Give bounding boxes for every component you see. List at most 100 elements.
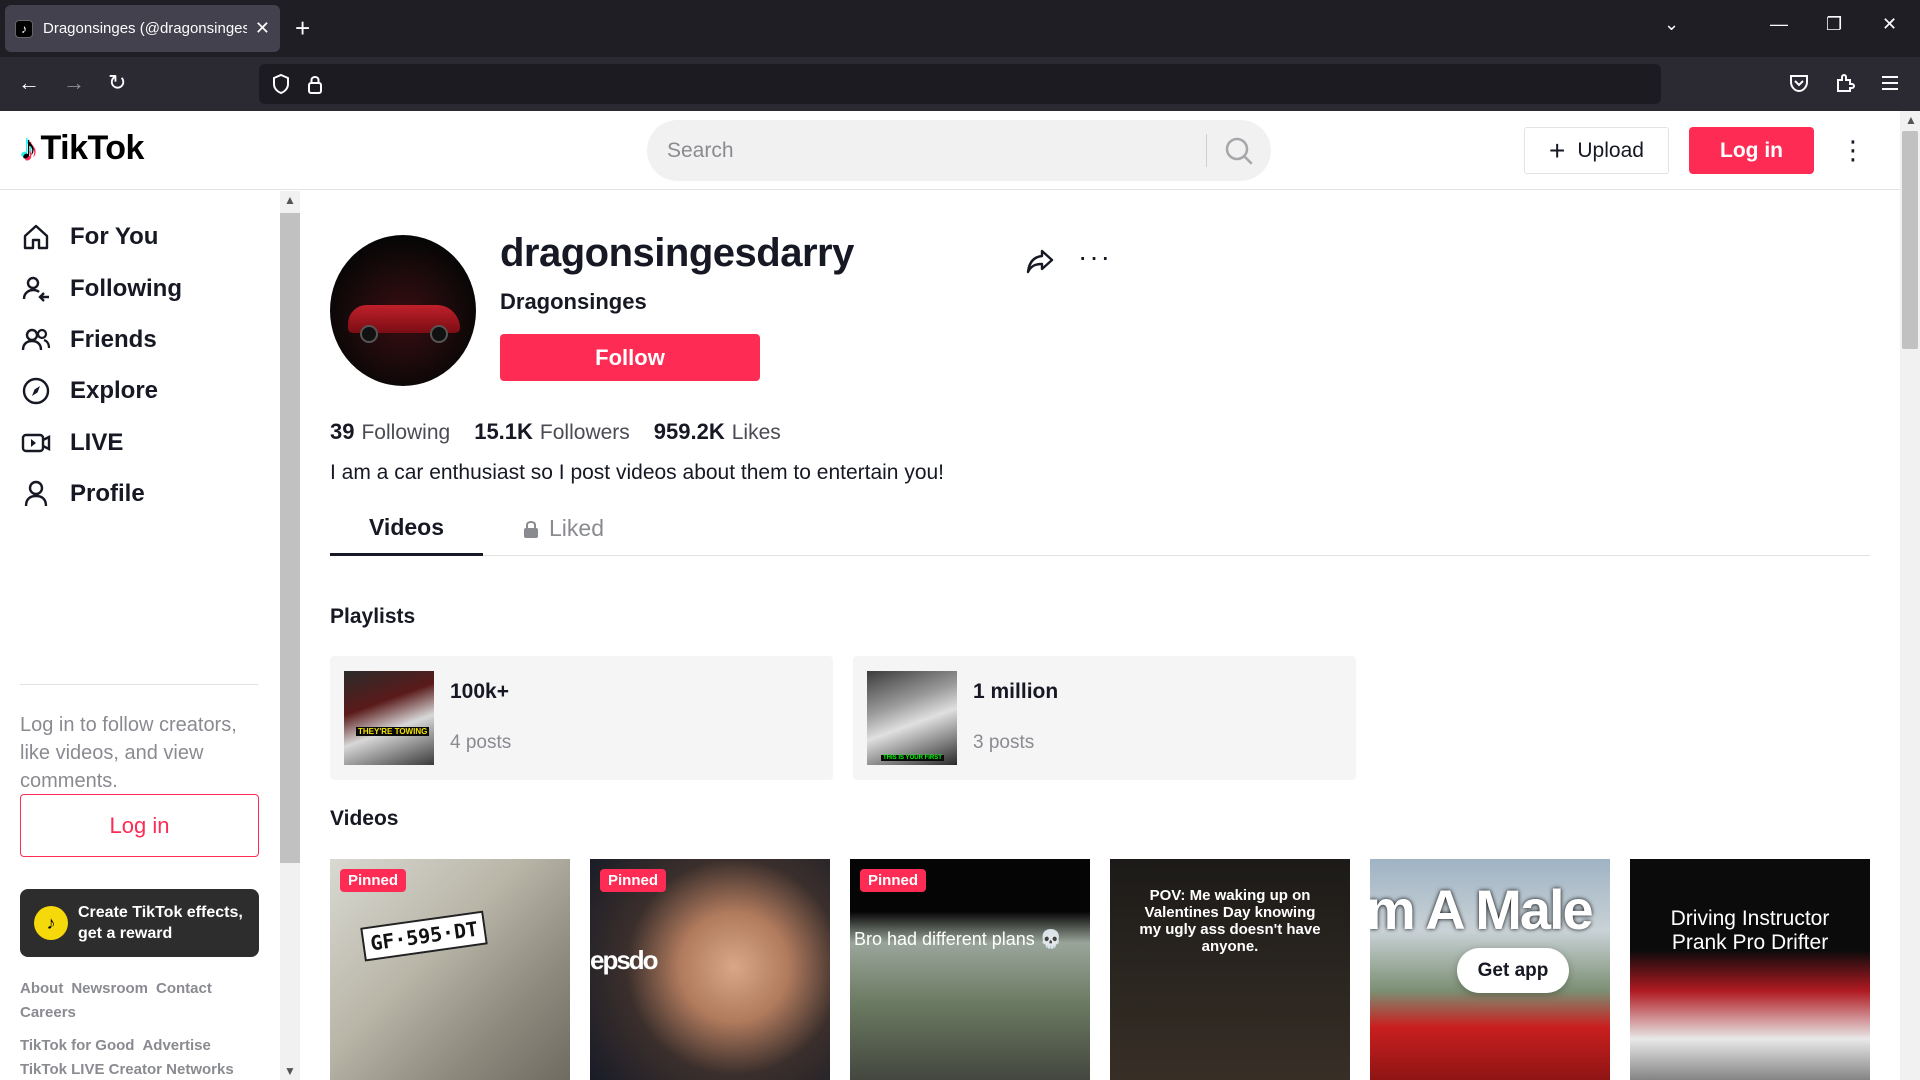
page-scrollbar[interactable]: ▲	[1900, 111, 1920, 1080]
sidebar-item-label: Profile	[70, 480, 145, 507]
tab-list-chevron-icon[interactable]: ⌄	[1664, 14, 1679, 35]
browser-nav-bar: ← → ↻	[0, 57, 1920, 111]
sidebar-item-label: Explore	[70, 377, 159, 404]
videos-title: Videos	[330, 807, 399, 830]
home-icon	[23, 224, 49, 250]
search-input[interactable]	[667, 120, 1207, 181]
more-icon[interactable]: ···	[1078, 241, 1112, 273]
header-login-button[interactable]: Log in	[1689, 127, 1814, 174]
footer-links-row: TikTok for Good Advertise	[20, 1037, 219, 1054]
video-thumbnail[interactable]: Pinned GF·595·DT	[330, 859, 570, 1080]
profile-main: dragonsingesdarry Dragonsinges Follow ··…	[300, 191, 1900, 1080]
tiktok-favicon-icon: ♪	[15, 19, 33, 38]
minimize-icon[interactable]: —	[1770, 14, 1788, 35]
search-icon[interactable]	[1220, 133, 1258, 169]
menu-icon[interactable]	[1879, 72, 1901, 94]
sidebar-item-label: Following	[70, 275, 182, 302]
sidebar-item-profile[interactable]: Profile	[20, 474, 145, 514]
sidebar-item-explore[interactable]: Explore	[20, 371, 158, 411]
playlist-thumb-caption: THEY'RE TOWING	[356, 727, 430, 736]
footer-link-advertise[interactable]: Advertise	[142, 1037, 210, 1054]
scroll-up-icon[interactable]: ▲	[284, 193, 296, 207]
tab-liked[interactable]: Liked	[523, 501, 604, 556]
video-thumbnail[interactable]: Pinned epsdo	[590, 859, 830, 1080]
avatar-wheel	[360, 325, 378, 343]
footer-link-newsroom[interactable]: Newsroom	[71, 980, 148, 997]
video-thumbnail[interactable]: Pinned Bro had different plans 💀	[850, 859, 1090, 1080]
playlist-card[interactable]: THEY'RE TOWING 100k+ 4 posts	[330, 656, 833, 780]
restore-icon[interactable]: ❐	[1826, 14, 1842, 35]
forward-icon[interactable]: →	[63, 69, 85, 97]
footer-links-row: TikTok LIVE Creator Networks	[20, 1061, 242, 1078]
new-tab-button[interactable]: +	[295, 13, 310, 43]
likes-count: 959.2K	[653, 419, 725, 444]
sidebar-item-label: LIVE	[70, 429, 124, 456]
tab-liked-label: Liked	[549, 515, 604, 541]
page-scrollbar-thumb[interactable]	[1902, 131, 1918, 349]
sidebar-item-label: For You	[70, 223, 159, 250]
follow-button[interactable]: Follow	[500, 334, 760, 381]
site-header: ♪ TikTok + Upload Log in ⋮	[0, 111, 1900, 190]
sidebar-item-following[interactable]: Following	[20, 269, 182, 309]
search-bar	[647, 120, 1271, 181]
playlist-name: 1 million	[973, 680, 1059, 703]
pocket-icon[interactable]	[1788, 72, 1810, 94]
scroll-up-icon[interactable]: ▲	[1905, 113, 1917, 127]
sidebar-scrollbar[interactable]: ▲ ▼	[280, 191, 300, 1080]
login-prompt-text: Log in to follow creators, like videos, …	[20, 714, 237, 792]
playlist-thumbnail: THEY'RE TOWING	[344, 671, 434, 765]
video-thumbnail[interactable]: Driving Instructor Prank Pro Drifter	[1630, 859, 1870, 1080]
footer-link-live-creator-networks[interactable]: TikTok LIVE Creator Networks	[20, 1061, 234, 1078]
tab-videos[interactable]: Videos	[330, 501, 483, 556]
footer-link-careers[interactable]: Careers	[20, 1004, 76, 1021]
tiktok-note-icon: ♪	[20, 129, 37, 167]
video-thumbnail[interactable]: POV: Me waking up on Valentines Day know…	[1110, 859, 1350, 1080]
profile-tabs: Videos Liked	[330, 501, 1870, 556]
tiktok-logo[interactable]: ♪ TikTok	[20, 129, 144, 168]
playlist-card[interactable]: THIS IS YOUR FIRST 1 million 3 posts	[853, 656, 1356, 780]
footer-link-about[interactable]: About	[20, 980, 63, 997]
scroll-down-icon[interactable]: ▼	[284, 1064, 296, 1078]
shield-icon[interactable]	[271, 73, 291, 95]
effects-icon: ♪	[34, 906, 68, 940]
following-label: Following	[361, 421, 451, 444]
tiktok-page: ♪ TikTok + Upload Log in ⋮ For You Follo…	[0, 111, 1920, 1080]
window-close-icon[interactable]: ✕	[1882, 14, 1897, 35]
compass-icon	[22, 377, 50, 405]
more-options-icon[interactable]: ⋮	[1840, 133, 1866, 167]
friends-icon	[21, 328, 51, 351]
video-overlay-text: m A Male	[1370, 878, 1594, 941]
back-icon[interactable]: ←	[18, 69, 40, 97]
playlist-name: 100k+	[450, 680, 509, 703]
profile-icon	[24, 480, 48, 507]
lock-icon[interactable]	[306, 73, 324, 95]
sidebar-item-for-you[interactable]: For You	[20, 217, 158, 257]
pinned-badge: Pinned	[860, 869, 927, 892]
footer-links-row: Careers	[20, 1004, 84, 1021]
share-icon[interactable]	[1025, 246, 1055, 276]
plus-icon: +	[1549, 134, 1566, 166]
effects-label: Create TikTok effects, get a reward	[78, 904, 243, 942]
likes-label: Likes	[731, 421, 781, 444]
video-overlay-text: POV: Me waking up on Valentines Day know…	[1139, 887, 1321, 955]
playlist-thumb-caption: THIS IS YOUR FIRST	[881, 755, 944, 761]
license-plate: GF·595·DT	[360, 910, 489, 962]
url-bar[interactable]	[259, 64, 1661, 104]
footer-link-contact[interactable]: Contact	[156, 980, 212, 997]
profile-bio: I am a car enthusiast so I post videos a…	[330, 461, 945, 484]
browser-tab[interactable]: ♪ Dragonsinges (@dragonsingesdarry) | Ti…	[5, 5, 280, 52]
sidebar-item-live[interactable]: LIVE	[20, 423, 123, 463]
footer-link-tiktok-for-good[interactable]: TikTok for Good	[20, 1037, 134, 1054]
sidebar-login-button[interactable]: Log in	[20, 794, 259, 857]
reload-icon[interactable]: ↻	[108, 69, 126, 97]
sidebar-scrollbar-thumb[interactable]	[280, 213, 300, 863]
playlist-thumbnail: THIS IS YOUR FIRST	[867, 671, 957, 765]
upload-button[interactable]: + Upload	[1524, 127, 1669, 174]
pinned-badge: Pinned	[340, 869, 407, 892]
get-app-button[interactable]: Get app	[1457, 948, 1569, 993]
close-tab-icon[interactable]: ✕	[255, 18, 270, 39]
create-effects-banner[interactable]: ♪ Create TikTok effects, get a reward	[20, 889, 259, 957]
extensions-icon[interactable]	[1834, 72, 1856, 94]
sidebar-item-friends[interactable]: Friends	[20, 320, 157, 360]
followers-count: 15.1K	[474, 419, 533, 444]
